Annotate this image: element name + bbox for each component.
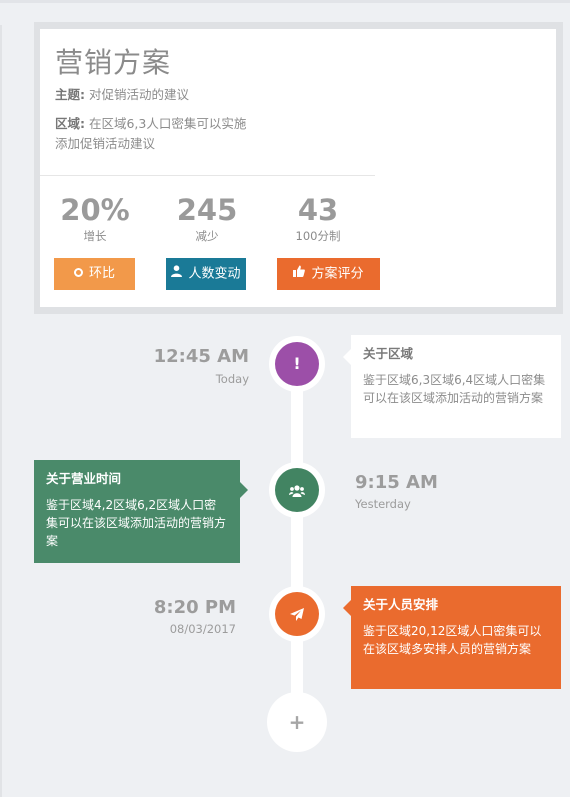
timeline-bubble-3: 关于人员安排 鉴于区域20,12区域人口密集可以在该区域多安排人员的营销方案 <box>343 586 561 689</box>
marketing-plan-card: 营销方案 主题: 对促销活动的建议 区域: 在区域6,3人口密集可以实施添加促销… <box>40 29 556 307</box>
topic-line: 主题: 对促销活动的建议 <box>55 85 385 105</box>
stat-value: 245 <box>176 193 238 227</box>
timeline-time-3: 8:20 PM <box>153 597 236 618</box>
bubble-text: 鉴于区域4,2区域6,2区域人口密集可以在该区域添加活动的营销方案 <box>46 498 227 548</box>
paper-plane-icon <box>275 592 319 636</box>
timeline-bubble-2: 关于营业时间 鉴于区域4,2区域6,2区域人口密集可以在该区域添加活动的营销方案 <box>34 460 248 563</box>
timeline-node-2[interactable] <box>269 462 325 518</box>
card-divider <box>40 175 375 176</box>
timeline-time-2: 9:15 AM <box>355 472 438 493</box>
thumbs-up-icon <box>293 258 306 290</box>
exclamation-icon: ! <box>275 342 319 386</box>
timeline-line <box>291 340 303 740</box>
stat-value: 20% <box>60 193 130 227</box>
stat-label: 100分制 <box>295 229 341 243</box>
stat-growth: 20% 增长 <box>40 192 150 244</box>
timeline-bubble-1: 关于区域 鉴于区域6,3区域6,4区域人口密集可以在该区域添加活动的营销方案 <box>343 335 561 438</box>
users-icon <box>275 468 319 512</box>
timeline-node-3[interactable] <box>269 586 325 642</box>
stat-label: 减少 <box>195 229 219 243</box>
stat-score: 43 100分制 <box>263 192 373 244</box>
stat-label: 增长 <box>83 229 107 243</box>
bubble-text: 鉴于区域20,12区域人口密集可以在该区域多安排人员的营销方案 <box>363 624 542 656</box>
stat-decrease: 245 减少 <box>152 192 262 244</box>
bubble-title: 关于区域 <box>363 346 414 361</box>
top-border <box>0 0 570 3</box>
add-timeline-button[interactable]: + <box>267 692 327 752</box>
ring-icon <box>73 268 83 277</box>
timeline-date-1: Today <box>215 372 249 386</box>
headcount-change-button[interactable]: 人数变动 <box>166 258 246 290</box>
topic-label: 主题: <box>55 87 85 102</box>
timeline-time-1: 12:45 AM <box>153 346 249 367</box>
timeline-date-3: 08/03/2017 <box>169 622 236 636</box>
timeline-node-1[interactable]: ! <box>269 336 325 392</box>
bubble-text: 鉴于区域6,3区域6,4区域人口密集可以在该区域添加活动的营销方案 <box>363 373 546 405</box>
region-line: 区域: 在区域6,3人口密集可以实施添加促销活动建议 <box>55 114 255 154</box>
topic-text: 对促销活动的建议 <box>85 87 189 102</box>
headcount-change-button-label: 人数变动 <box>188 266 241 282</box>
plan-rating-button-label: 方案评分 <box>311 266 364 282</box>
bubble-title: 关于营业时间 <box>46 471 122 486</box>
card-title: 营销方案 <box>55 46 172 79</box>
ratio-button[interactable]: 环比 <box>54 258 135 290</box>
bubble-title: 关于人员安排 <box>363 597 439 612</box>
plan-rating-button[interactable]: 方案评分 <box>277 258 380 290</box>
left-border <box>0 25 2 797</box>
ratio-button-label: 环比 <box>88 266 115 281</box>
user-icon <box>171 258 183 290</box>
timeline-date-2: Yesterday <box>355 497 411 511</box>
stat-value: 43 <box>297 193 339 227</box>
region-label: 区域: <box>55 116 85 131</box>
plus-icon: + <box>288 710 306 734</box>
